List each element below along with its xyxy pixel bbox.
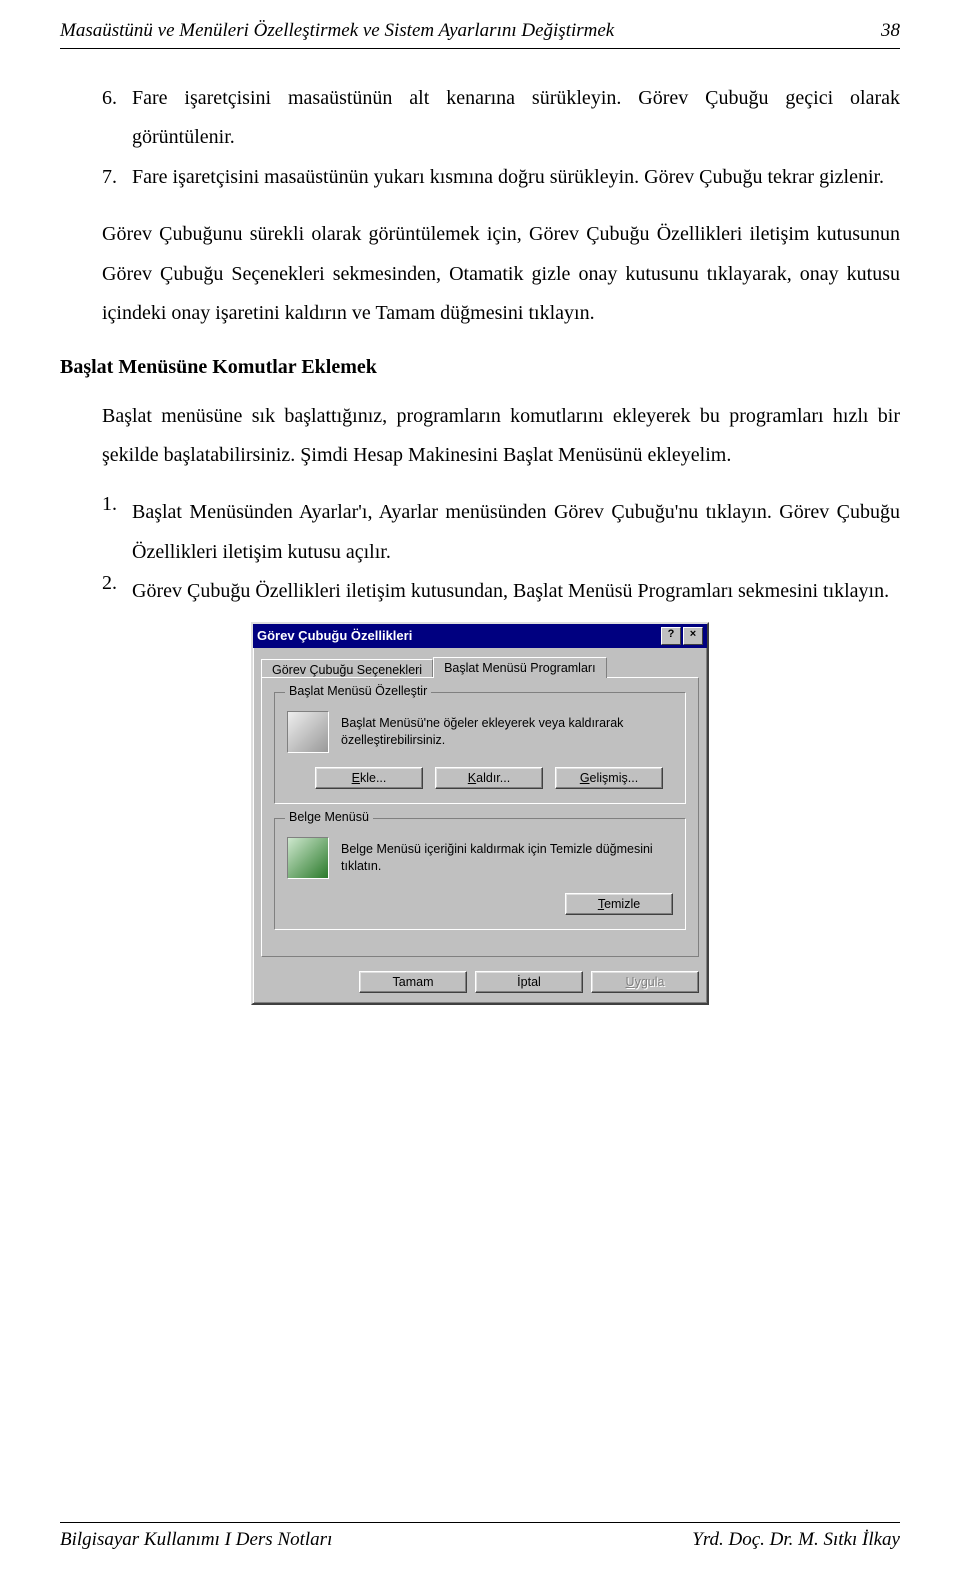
tab-row: Görev Çubuğu Seçenekleri Başlat Menüsü P… [253,648,707,677]
cancel-button[interactable]: İptal [475,971,583,993]
recycle-icon [287,837,329,879]
tab-panel-start-menu: Başlat Menüsü Özelleştir Başlat Menüsü'n… [261,677,699,957]
step-6-number: 6. [102,79,132,158]
remove-button[interactable]: Kaldır... [435,767,543,789]
start-menu-icon [287,711,329,753]
step-b2-number: 2. [102,572,132,611]
step-b2-text: Görev Çubuğu Özellikleri iletişim kutusu… [132,572,900,611]
help-button[interactable]: ? [661,627,681,645]
step-6-text: Fare işaretçisini masaüstünün alt kenarı… [132,79,900,158]
step-b1: 1. Başlat Menüsünden Ayarlar'ı, Ayarlar … [102,493,900,572]
step-b1-number: 1. [102,493,132,572]
advanced-button[interactable]: Gelişmiş... [555,767,663,789]
dialog-title: Görev Çubuğu Özellikleri [257,628,412,643]
step-b1-text: Başlat Menüsünden Ayarlar'ı, Ayarlar men… [132,493,900,572]
dialog-bottom-buttons: Tamam İptal Uygula [253,965,707,1003]
step-7: 7. Fare işaretçisini masaüstünün yukarı … [102,158,900,198]
intro-paragraph: Başlat menüsüne sık başlattığınız, progr… [102,397,900,476]
footer-rule [60,1522,900,1523]
group-customize-text: Başlat Menüsü'ne öğeler ekleyerek veya k… [341,715,673,749]
footer-left: Bilgisayar Kullanımı I Ders Notları [60,1529,332,1551]
clear-button[interactable]: Temizle [565,893,673,915]
step-7-number: 7. [102,158,132,198]
close-button[interactable]: × [683,627,703,645]
group-customize-start-menu: Başlat Menüsü Özelleştir Başlat Menüsü'n… [274,692,686,804]
step-6: 6. Fare işaretçisini masaüstünün alt ken… [102,79,900,158]
taskbar-properties-dialog: Görev Çubuğu Özellikleri ? × Görev Çubuğ… [251,622,709,1005]
group-documents-text: Belge Menüsü içeriğini kaldırmak için Te… [341,841,673,875]
dialog-titlebar[interactable]: Görev Çubuğu Özellikleri ? × [253,624,707,648]
header-rule [60,48,900,49]
apply-button[interactable]: Uygula [591,971,699,993]
page-footer: Bilgisayar Kullanımı I Ders Notları Yrd.… [60,1522,900,1551]
group-documents-menu: Belge Menüsü Belge Menüsü içeriğini kald… [274,818,686,930]
tab-start-menu-programs[interactable]: Başlat Menüsü Programları [433,657,606,678]
step-7-text: Fare işaretçisini masaüstünün yukarı kıs… [132,158,900,198]
ok-button[interactable]: Tamam [359,971,467,993]
footer-right: Yrd. Doç. Dr. M. Sıtkı İlkay [692,1529,900,1551]
step-b2: 2. Görev Çubuğu Özellikleri iletişim kut… [102,572,900,611]
add-button[interactable]: Ekle... [315,767,423,789]
header-title: Masaüstünü ve Menüleri Özelleştirmek ve … [60,20,614,42]
page-header: Masaüstünü ve Menüleri Özelleştirmek ve … [60,20,900,42]
middle-paragraph: Görev Çubuğunu sürekli olarak görüntülem… [102,215,900,333]
group-documents-title: Belge Menüsü [285,810,373,824]
group-customize-title: Başlat Menüsü Özelleştir [285,684,431,698]
page-number: 38 [881,20,900,42]
section-heading: Başlat Menüsüne Komutlar Eklemek [60,356,900,379]
